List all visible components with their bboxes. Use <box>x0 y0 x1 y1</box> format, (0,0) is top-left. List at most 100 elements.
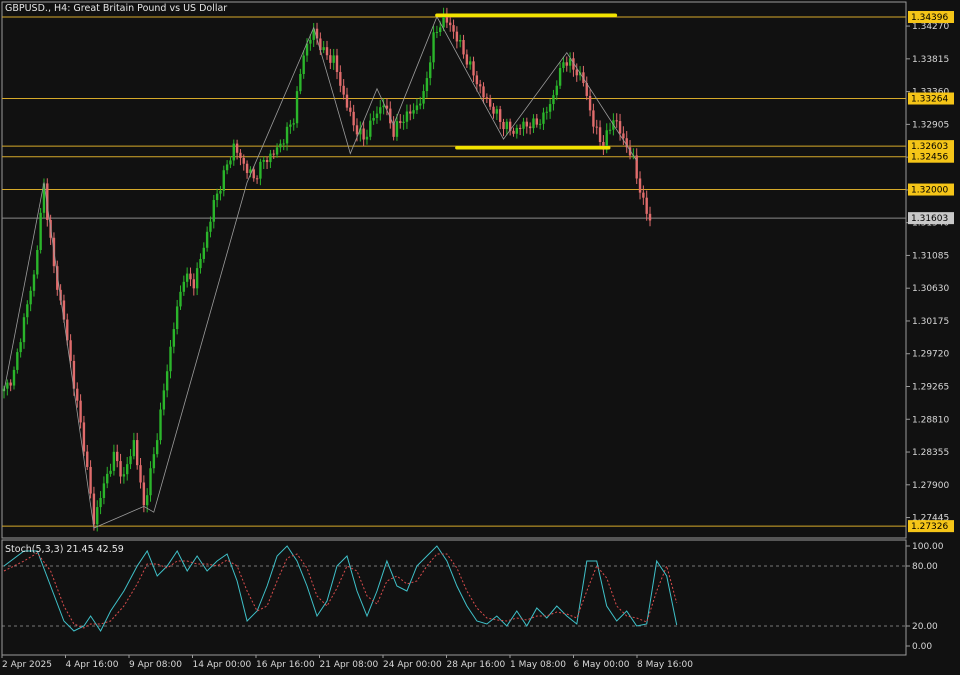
candle-body <box>422 91 425 104</box>
candle-body <box>199 258 202 269</box>
candle-body <box>182 281 186 292</box>
candle-body <box>342 85 345 95</box>
candles <box>2 7 652 532</box>
candle-body <box>405 111 409 122</box>
candle-body <box>222 170 225 191</box>
candle-body <box>435 32 439 34</box>
candle-body <box>382 105 385 108</box>
candle-body <box>225 164 229 171</box>
candle-body <box>592 110 595 127</box>
candle-body <box>618 121 622 134</box>
time-label: 24 Apr 00:00 <box>383 660 442 670</box>
candle-body <box>16 352 19 370</box>
candle-body <box>452 25 455 32</box>
price-tick-label: 1.33815 <box>912 55 949 65</box>
candle-body <box>259 161 262 179</box>
candle-body <box>545 111 548 113</box>
candle-body <box>329 55 332 63</box>
candle-body <box>272 153 275 155</box>
candle-body <box>285 126 289 144</box>
candle-body <box>558 67 562 86</box>
candle-body <box>292 123 295 125</box>
price-tick-label: 1.29265 <box>912 382 949 392</box>
candle-body <box>245 163 249 174</box>
chart-title: GBPUSD., H4: Great Britain Pound vs US D… <box>5 3 228 14</box>
candle-body <box>189 273 192 280</box>
candle-body <box>339 71 342 86</box>
candle-body <box>555 85 558 96</box>
candle-body <box>26 304 29 318</box>
candle-body <box>369 120 372 137</box>
candle-body <box>542 112 545 124</box>
price-tick-label: 1.29720 <box>912 350 949 360</box>
stoch-signal-line <box>3 552 678 629</box>
candle-body <box>355 125 359 135</box>
time-label: 14 Apr 00:00 <box>193 660 252 670</box>
candle-body <box>175 306 179 330</box>
candle-body <box>345 94 349 108</box>
candle-body <box>275 147 279 155</box>
candle-body <box>136 440 139 466</box>
candle-body <box>209 221 212 232</box>
candle-body <box>265 160 269 163</box>
candle-body <box>129 456 132 465</box>
time-label: 4 Apr 16:00 <box>66 660 119 670</box>
candle-body <box>132 440 136 457</box>
candle-body <box>232 143 235 161</box>
candle-body <box>372 117 375 121</box>
candle-body <box>122 474 126 477</box>
candle-body <box>159 409 162 441</box>
price-label: 1.27326 <box>911 522 948 532</box>
candle-body <box>262 160 265 162</box>
candle-body <box>645 197 648 214</box>
candle-body <box>99 497 102 508</box>
candle-body <box>119 461 122 477</box>
time-label: 8 May 16:00 <box>637 660 693 670</box>
price-label: 1.34396 <box>911 13 948 23</box>
price-tick-label: 1.28355 <box>912 448 949 458</box>
candle-body <box>205 231 209 248</box>
candle-body <box>219 190 222 194</box>
candle-body <box>349 107 352 112</box>
candle-body <box>488 98 492 107</box>
candle-body <box>375 113 379 118</box>
candle-body <box>399 121 402 123</box>
candle-body <box>6 382 9 389</box>
candle-body <box>79 400 82 423</box>
candle-body <box>409 111 412 114</box>
candle-body <box>36 249 39 275</box>
candle-body <box>235 143 239 153</box>
candle-body <box>106 473 109 484</box>
price-tick-label: 1.27900 <box>912 481 949 491</box>
time-label: 21 Apr 08:00 <box>320 660 379 670</box>
price-tick-label: 1.30175 <box>912 317 949 327</box>
candle-body <box>538 123 542 125</box>
candle-body <box>522 121 525 129</box>
candle-body <box>76 388 79 401</box>
candle-body <box>485 97 489 99</box>
candle-body <box>255 178 259 180</box>
candle-body <box>162 390 166 410</box>
candle-body <box>622 133 625 139</box>
candle-body <box>412 110 415 114</box>
candle-body <box>598 127 602 143</box>
candle-body <box>242 157 245 164</box>
candle-body <box>432 32 435 63</box>
price-label: 1.32603 <box>911 142 948 152</box>
candle-body <box>152 454 156 469</box>
price-tick-label: 1.34270 <box>912 22 949 32</box>
candle-body <box>475 75 479 85</box>
candle-body <box>379 107 382 114</box>
candle-body <box>309 39 312 44</box>
candle-body <box>12 369 16 386</box>
price-tick-label: 1.30630 <box>912 284 949 294</box>
time-label: 1 May 08:00 <box>510 660 566 670</box>
candle-body <box>395 121 399 137</box>
chart-canvas: 1.342701.338151.333601.329051.324501.319… <box>1 1 954 670</box>
price-label: 1.31603 <box>911 214 948 224</box>
candle-body <box>449 22 452 26</box>
candle-body <box>109 470 112 474</box>
candle-body <box>102 483 106 498</box>
candle-body <box>86 451 89 467</box>
candle-body <box>29 290 32 305</box>
